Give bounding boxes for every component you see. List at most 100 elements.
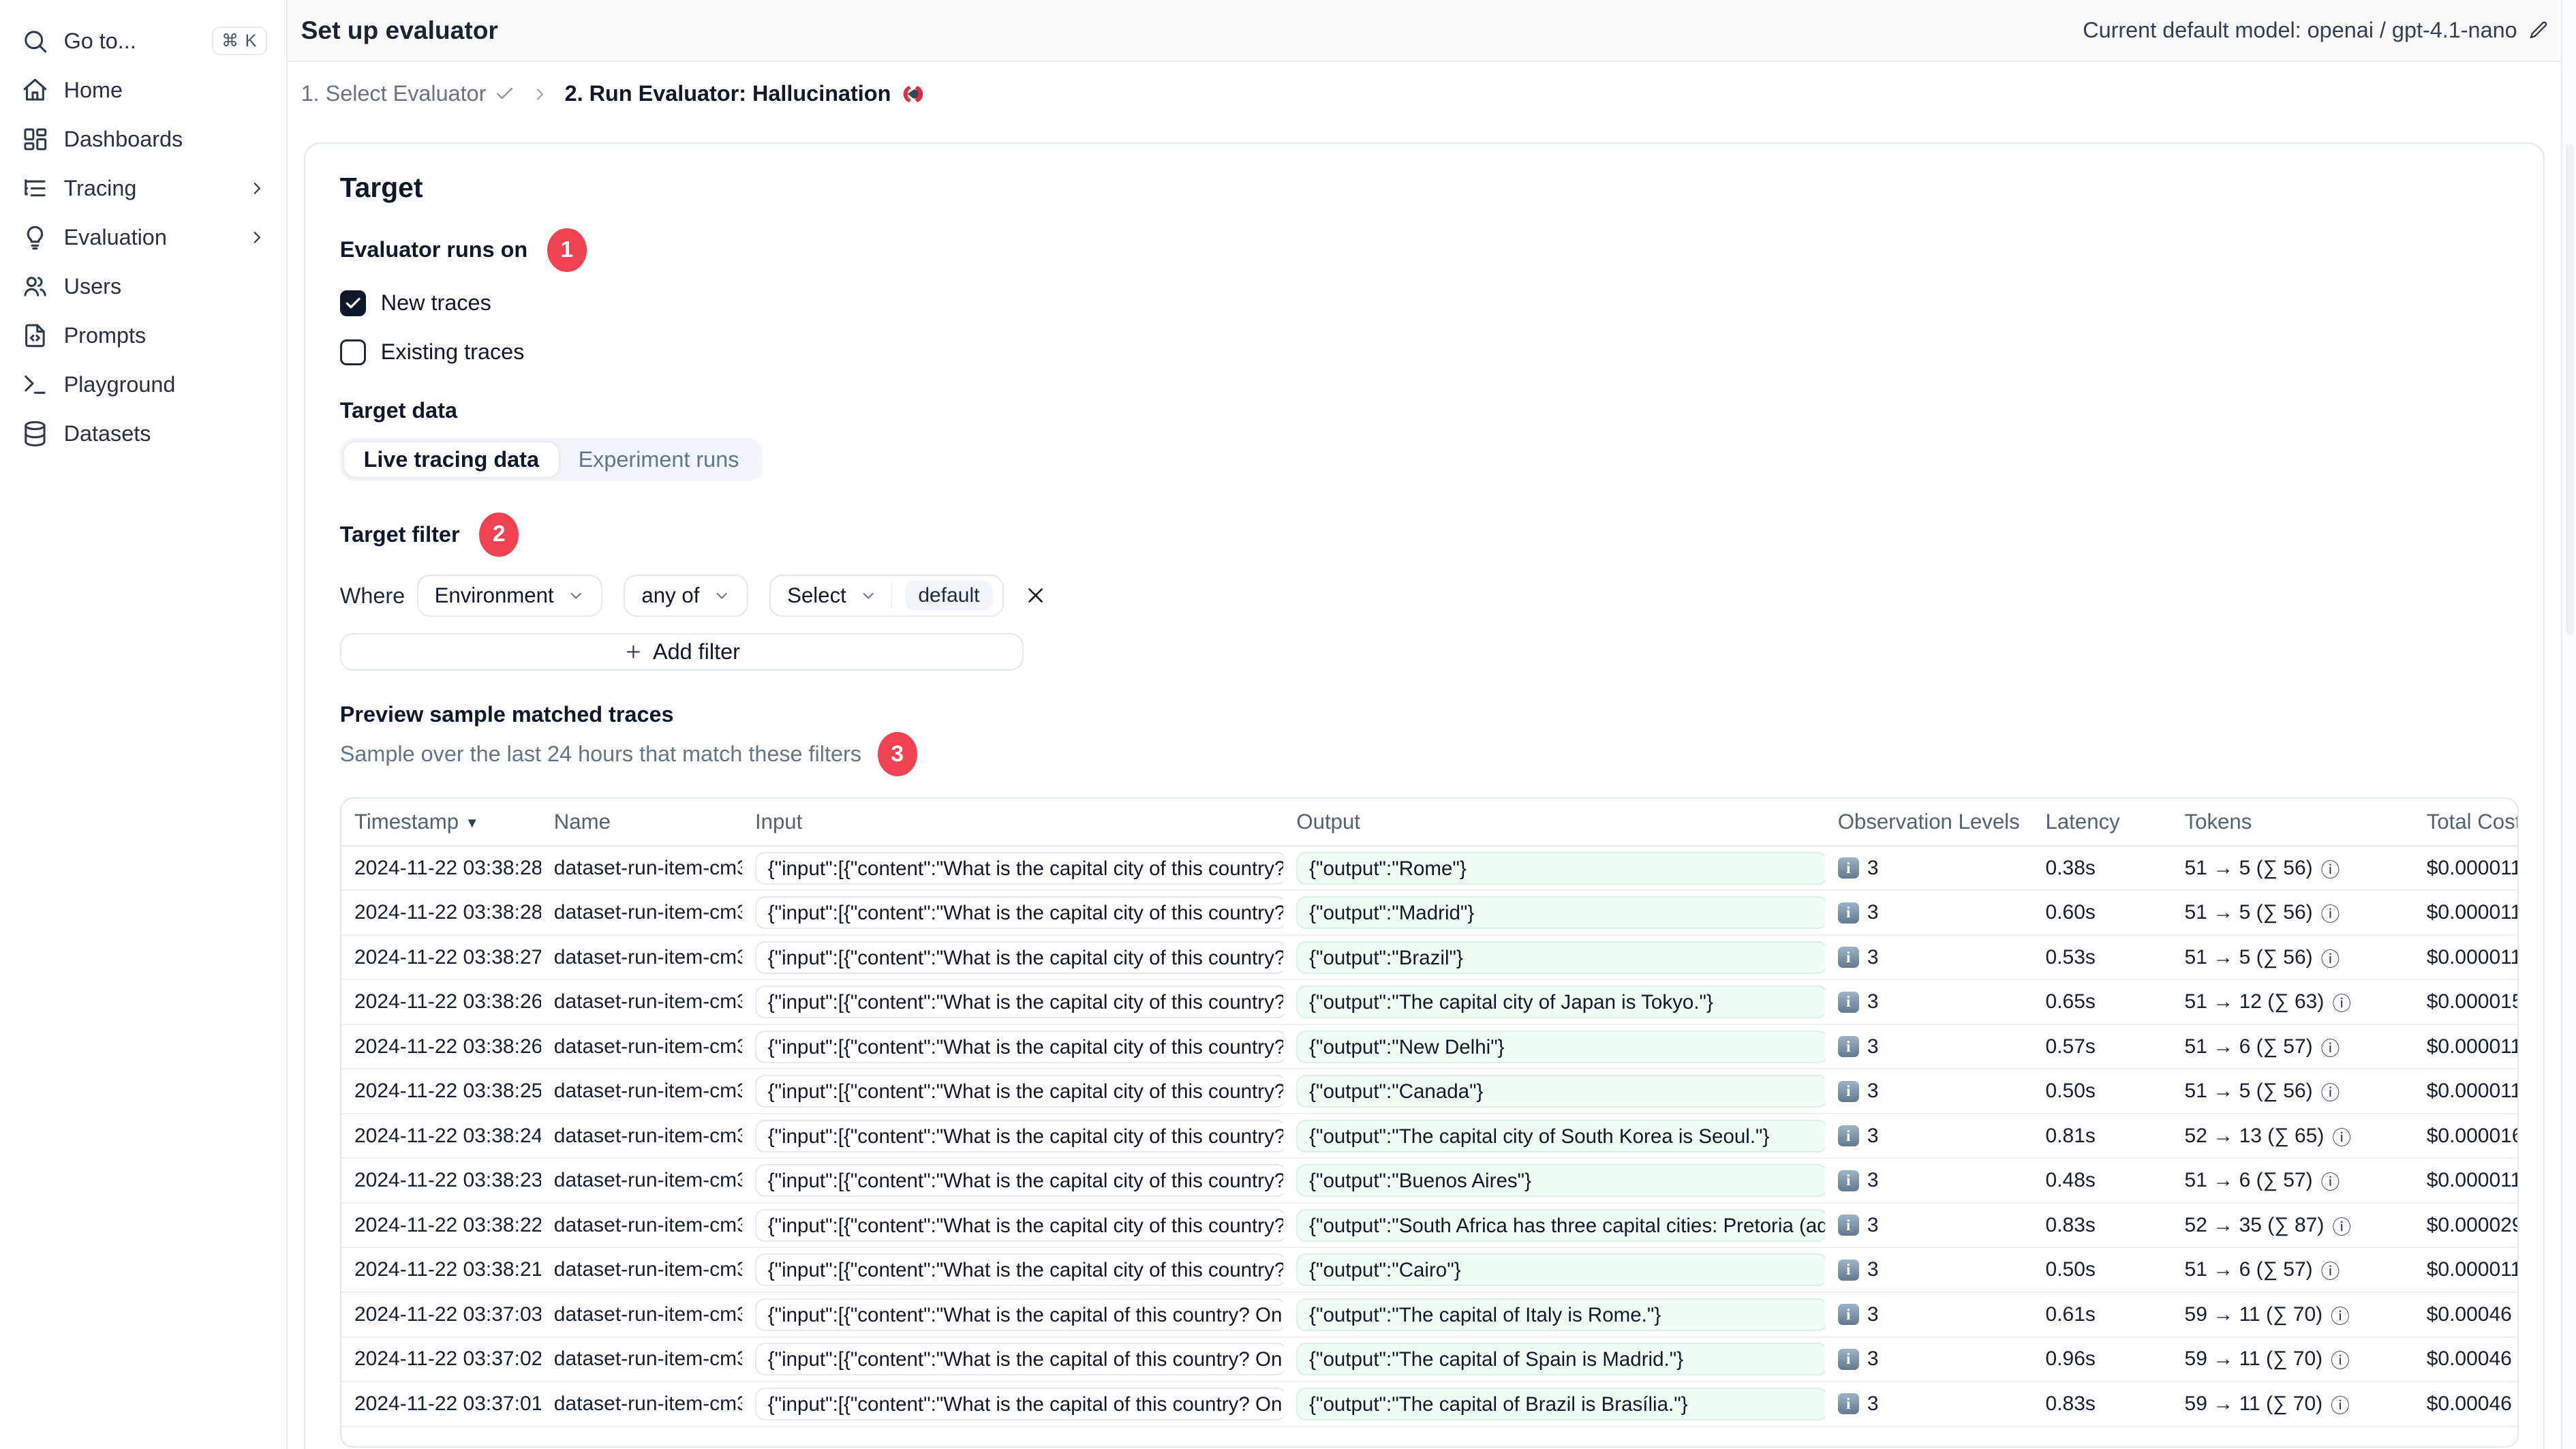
cell-input[interactable]: {"input":[{"content":"What is the capita… bbox=[754, 1208, 1284, 1242]
column-header-output[interactable]: Output bbox=[1283, 810, 1824, 834]
cell-output[interactable]: {"output":"The capital city of South Kor… bbox=[1296, 1119, 1825, 1153]
table-row[interactable]: 2024-11-22 03:38:24 dataset-run-item-cm3… bbox=[341, 1114, 2517, 1159]
table-row[interactable]: 2024-11-22 03:38:26 dataset-run-item-cm3… bbox=[341, 1025, 2517, 1070]
cell-input[interactable]: {"input":[{"content":"What is the capita… bbox=[754, 941, 1284, 974]
add-filter-button[interactable]: Add filter bbox=[339, 633, 1024, 671]
sidebar-item-label: Dashboards bbox=[63, 126, 183, 151]
cell-input[interactable]: {"input":[{"content":"What is the capita… bbox=[754, 1298, 1284, 1331]
plus-icon bbox=[626, 645, 640, 659]
cell-output[interactable]: {"output":"The capital city of Japan is … bbox=[1296, 986, 1825, 1019]
sidebar-item-tracing[interactable]: Tracing bbox=[0, 164, 286, 213]
cell-total-cost: $0.000011 ( bbox=[2426, 1258, 2519, 1281]
table-row[interactable]: 2024-11-22 03:38:27 dataset-run-item-cm3… bbox=[341, 936, 2517, 981]
breadcrumb-step1[interactable]: 1. Select Evaluator bbox=[301, 81, 516, 106]
sidebar-item-playground[interactable]: Playground bbox=[0, 360, 286, 409]
goto-search[interactable]: Go to... ⌘ K bbox=[0, 16, 286, 65]
cell-output[interactable]: {"output":"Buenos Aires"} bbox=[1296, 1164, 1825, 1198]
sidebar-item-prompts[interactable]: Prompts bbox=[0, 311, 286, 360]
token-info-icon[interactable]: ⓘ bbox=[2321, 1167, 2340, 1194]
filter-column-select[interactable]: Environment bbox=[416, 574, 603, 617]
cell-name: dataset-run-item-cm3s4 bbox=[553, 990, 742, 1013]
sidebar-item-evaluation[interactable]: Evaluation bbox=[0, 213, 286, 262]
sidebar-item-dashboards[interactable]: Dashboards bbox=[0, 115, 286, 164]
token-info-icon[interactable]: ⓘ bbox=[2321, 1256, 2340, 1283]
cell-latency: 0.38s bbox=[2045, 856, 2096, 879]
token-info-icon[interactable]: ⓘ bbox=[2332, 1212, 2351, 1239]
dashboard-icon bbox=[24, 128, 47, 150]
cell-input[interactable]: {"input":[{"content":"What is the capita… bbox=[754, 1030, 1284, 1063]
table-row[interactable]: 2024-11-22 03:37:03 dataset-run-item-cm3… bbox=[341, 1293, 2517, 1338]
table-row[interactable]: 2024-11-22 03:38:21 dataset-run-item-cm3… bbox=[341, 1248, 2519, 1293]
column-header-latency[interactable]: Latency bbox=[2032, 810, 2171, 834]
filter-operator-select[interactable]: any of bbox=[624, 574, 748, 617]
cell-observation-levels: 3 bbox=[1867, 901, 1879, 924]
token-info-icon[interactable]: ⓘ bbox=[2331, 1301, 2350, 1328]
cell-input[interactable]: {"input":[{"content":"What is the capita… bbox=[754, 896, 1284, 930]
table-row[interactable]: 2024-11-22 03:37:01 dataset-run-item-cm3… bbox=[341, 1382, 2517, 1427]
cell-output[interactable]: {"output":"The capital of Brazil is Bras… bbox=[1296, 1387, 1825, 1420]
table-row[interactable]: 2024-11-22 03:38:23 dataset-run-item-cm3… bbox=[341, 1159, 2517, 1204]
cell-total-cost: $0.000015 bbox=[2426, 990, 2519, 1013]
tab-experiment-runs[interactable]: Experiment runs bbox=[559, 442, 758, 477]
filter-value-select[interactable]: Select default bbox=[769, 574, 1005, 617]
checkbox-existing-traces[interactable]: Existing traces bbox=[339, 335, 2544, 371]
token-info-icon[interactable]: ⓘ bbox=[2321, 1078, 2340, 1105]
cell-output[interactable]: {"output":"Madrid"} bbox=[1296, 896, 1825, 930]
token-info-icon[interactable]: ⓘ bbox=[2321, 855, 2340, 882]
cell-input[interactable]: {"input":[{"content":"What is the capita… bbox=[754, 986, 1284, 1019]
table-row[interactable]: 2024-11-22 03:38:22 dataset-run-item-cm3… bbox=[341, 1204, 2517, 1249]
check-icon bbox=[497, 88, 513, 100]
token-info-icon[interactable]: ⓘ bbox=[2321, 1033, 2340, 1061]
page-scrollbar[interactable] bbox=[2561, 0, 2576, 1449]
cell-latency: 0.50s bbox=[2045, 1258, 2096, 1281]
sort-desc-icon: ▼ bbox=[465, 815, 479, 831]
table-row[interactable]: 2024-11-22 03:38:28 dataset-run-item-cm3… bbox=[341, 846, 2517, 891]
cell-output[interactable]: {"output":"Rome"} bbox=[1296, 851, 1825, 885]
sidebar-item-datasets[interactable]: Datasets bbox=[0, 409, 286, 458]
table-row[interactable]: 2024-11-22 03:38:28 dataset-run-item-cm3… bbox=[341, 891, 2517, 936]
table-row[interactable]: 2024-11-22 03:38:25 dataset-run-item-cm3… bbox=[341, 1069, 2517, 1114]
cell-input[interactable]: {"input":[{"content":"What is the capita… bbox=[754, 1253, 1284, 1287]
cell-input[interactable]: {"input":[{"content":"What is the capita… bbox=[754, 1075, 1284, 1108]
column-header-total-cost[interactable]: Total Cost bbox=[2414, 810, 2517, 834]
token-info-icon[interactable]: ⓘ bbox=[2331, 1345, 2350, 1373]
cell-observation-levels: 3 bbox=[1867, 990, 1879, 1013]
sidebar-item-users[interactable]: Users bbox=[0, 262, 286, 311]
table-row[interactable]: 2024-11-22 03:38:26 dataset-run-item-cm3… bbox=[341, 980, 2519, 1025]
column-header-observation-levels[interactable]: Observation Levels bbox=[1825, 810, 2033, 834]
column-header-tokens[interactable]: Tokens bbox=[2171, 810, 2413, 834]
cell-input[interactable]: {"input":[{"content":"What is the capita… bbox=[754, 1387, 1284, 1420]
cell-input[interactable]: {"input":[{"content":"What is the capita… bbox=[754, 1119, 1284, 1153]
cell-output[interactable]: {"output":"Canada"} bbox=[1296, 1075, 1825, 1108]
cell-output[interactable]: {"output":"Brazil"} bbox=[1296, 941, 1825, 974]
token-info-icon[interactable]: ⓘ bbox=[2331, 1390, 2350, 1418]
token-info-icon[interactable]: ⓘ bbox=[2321, 899, 2340, 926]
checkbox-label: New traces bbox=[380, 290, 491, 316]
token-info-icon[interactable]: ⓘ bbox=[2321, 944, 2340, 971]
cell-input[interactable]: {"input":[{"content":"What is the capita… bbox=[754, 851, 1284, 885]
column-header-name[interactable]: Name bbox=[541, 810, 742, 834]
cell-tokens: 51 → 5 (∑ 56) bbox=[2184, 901, 2313, 924]
cell-observation-levels: 3 bbox=[1867, 1169, 1879, 1192]
cell-output[interactable]: {"output":"The capital of Spain is Madri… bbox=[1296, 1343, 1825, 1376]
token-info-icon[interactable]: ⓘ bbox=[2332, 988, 2351, 1016]
checkbox-new-traces[interactable]: New traces bbox=[339, 286, 2544, 322]
cell-input[interactable]: {"input":[{"content":"What is the capita… bbox=[754, 1343, 1284, 1376]
remove-filter-button[interactable] bbox=[1025, 585, 1046, 606]
edit-pencil-icon[interactable] bbox=[2528, 20, 2549, 41]
cell-tokens: 52 → 13 (∑ 65) bbox=[2184, 1124, 2325, 1147]
tab-live-tracing-data[interactable]: Live tracing data bbox=[343, 442, 559, 478]
cell-output[interactable]: {"output":"The capital of Italy is Rome.… bbox=[1296, 1298, 1825, 1331]
cell-output[interactable]: {"output":"South Africa has three capita… bbox=[1296, 1208, 1825, 1242]
sidebar-item-home[interactable]: Home bbox=[0, 65, 286, 115]
cell-input[interactable]: {"input":[{"content":"What is the capita… bbox=[754, 1164, 1284, 1198]
cell-output[interactable]: {"output":"Cairo"} bbox=[1296, 1253, 1825, 1287]
column-header-input[interactable]: Input bbox=[742, 810, 1283, 834]
info-level-icon: i bbox=[1837, 1080, 1859, 1102]
token-info-icon[interactable]: ⓘ bbox=[2332, 1123, 2351, 1150]
cell-output[interactable]: {"output":"New Delhi"} bbox=[1296, 1030, 1825, 1063]
cell-name: dataset-run-item-cm3s4 bbox=[553, 1080, 742, 1103]
table-row[interactable]: 2024-11-22 03:37:02 dataset-run-item-cm3… bbox=[341, 1338, 2517, 1383]
column-header-timestamp[interactable]: Timestamp ▼ bbox=[341, 810, 541, 834]
scrollbar-thumb[interactable] bbox=[2566, 144, 2575, 635]
